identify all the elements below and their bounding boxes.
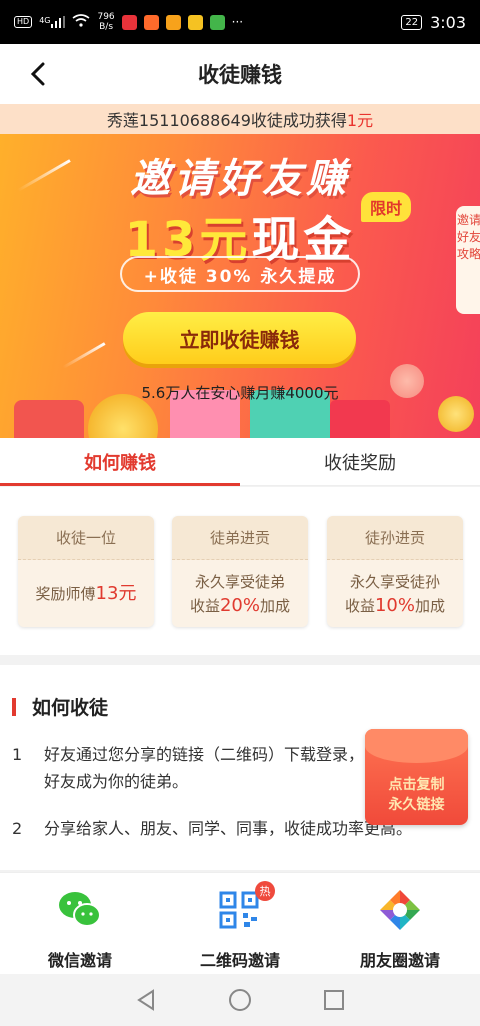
- recents-square-icon[interactable]: [323, 989, 345, 1011]
- share-bar: 微信邀请 热 二维码邀请 朋友圈邀请: [0, 872, 480, 974]
- net-speed: 796 B/s: [97, 12, 114, 32]
- app-notification-icon: [121, 14, 137, 30]
- card-line: 永久享受徒孙: [349, 572, 440, 591]
- status-bar: HD 4G 796 B/s ··· 22 3:03: [0, 0, 480, 44]
- card-text: 收益: [344, 596, 375, 615]
- page: HD 4G 796 B/s ··· 22 3:03 收徒赚钱 秀莲1511068…: [0, 0, 480, 1026]
- network-type: 4G: [39, 16, 51, 25]
- step-text: 分享给家人、朋友、同学、同事，收徒成功率更高。: [44, 819, 413, 838]
- reward-card: 徒弟进贡 永久享受徒弟 收益20%加成: [172, 516, 308, 627]
- copy-link-button[interactable]: 点击复制永久链接: [365, 729, 468, 825]
- back-triangle-icon[interactable]: [135, 989, 157, 1011]
- net-speed-value: 796: [97, 12, 115, 22]
- wechat-icon: [57, 887, 103, 933]
- step-text: 好友通过您分享的链接（二维码）下载登录，好友成为你的徒弟。: [44, 745, 365, 791]
- card-highlight: 13元: [95, 582, 137, 604]
- red-envelope-decoration: [14, 400, 84, 438]
- card-highlight: 20%: [219, 594, 260, 616]
- share-wechat-button[interactable]: 微信邀请: [0, 873, 160, 974]
- page-title: 收徒赚钱: [198, 63, 282, 87]
- top-header: 收徒赚钱: [0, 44, 480, 104]
- section-marker: [12, 697, 16, 716]
- share-qrcode-button[interactable]: 热 二维码邀请: [160, 873, 320, 974]
- more-notifications: ···: [231, 15, 244, 29]
- ticker-text: 秀莲15110688649收徒成功获得: [106, 111, 347, 130]
- card-title: 徒孙进贡: [327, 516, 463, 560]
- reward-card: 徒孙进贡 永久享受徒孙 收益10%加成: [327, 516, 463, 627]
- card-line: 奖励师傅13元: [36, 582, 137, 606]
- app-notification-icon: [187, 14, 203, 30]
- card-title: 徒弟进贡: [172, 516, 308, 560]
- status-left: HD 4G 796 B/s ···: [14, 12, 243, 32]
- home-circle-icon[interactable]: [228, 988, 252, 1012]
- app-notification-icon: [143, 14, 159, 30]
- card-line: 收益20%加成: [190, 594, 290, 618]
- card-line: 收益10%加成: [345, 594, 445, 618]
- wifi-icon: [72, 14, 90, 30]
- hot-badge: 热: [255, 881, 275, 901]
- user-stat: 5.6万人在安心赚月赚4000元: [141, 384, 339, 402]
- card-text: 收益: [189, 596, 220, 615]
- step-number: 2: [12, 819, 23, 838]
- card-title: 收徒一位: [18, 516, 154, 560]
- tab-bar: 如何赚钱 收徒奖励: [0, 438, 480, 486]
- card-body: 奖励师傅13元: [18, 560, 154, 627]
- card-line: 永久享受徒弟: [194, 572, 285, 591]
- share-label: 朋友圈邀请: [359, 951, 440, 970]
- clock: 3:03: [430, 12, 466, 32]
- qrcode-icon: 热: [217, 881, 275, 933]
- share-label: 二维码邀请: [199, 951, 280, 970]
- copy-link-label: 点击复制永久链接: [388, 777, 445, 813]
- moments-icon: [377, 887, 423, 933]
- status-right: 22 3:03: [401, 13, 466, 32]
- recruit-now-button[interactable]: 立即收徒赚钱: [123, 312, 356, 364]
- invite-guide-tab[interactable]: 邀请好友攻略: [456, 206, 480, 314]
- net-speed-unit: B/s: [99, 22, 114, 32]
- red-envelope-decoration: [330, 400, 390, 438]
- card-highlight: 10%: [374, 594, 415, 616]
- card-text: 加成: [260, 596, 291, 615]
- app-notification-icon: [209, 14, 225, 30]
- tab-recruit-rewards[interactable]: 收徒奖励: [240, 438, 480, 485]
- promo-banner: 秀莲15110688649收徒成功获得 1元 邀请好友赚 13元现金 限时 +收徒…: [0, 104, 480, 438]
- step-number: 1: [12, 745, 23, 764]
- ticker-amount: 1元: [346, 111, 374, 130]
- back-button[interactable]: [22, 58, 54, 90]
- card-body: 永久享受徒弟 收益20%加成: [172, 560, 308, 627]
- card-text: 奖励师傅: [35, 584, 96, 603]
- reward-card: 收徒一位 奖励师傅13元: [18, 516, 154, 627]
- app-notification-icon: [165, 14, 181, 30]
- system-nav-bar: [0, 974, 480, 1026]
- tab-how-to-earn[interactable]: 如何赚钱: [0, 438, 240, 486]
- share-moments-button[interactable]: 朋友圈邀请: [320, 873, 480, 974]
- share-label: 微信邀请: [47, 951, 112, 970]
- signal-icon: 4G: [39, 16, 66, 28]
- card-text: 加成: [415, 596, 446, 615]
- battery-icon: 22: [401, 14, 423, 30]
- commission-pill: +收徒 30% 永久提成: [120, 256, 360, 292]
- hd-indicator: HD: [14, 16, 33, 28]
- reward-cards: 收徒一位 奖励师傅13元 徒弟进贡 永久享受徒弟 收益20%加成 徒孙进贡 永久…: [0, 487, 480, 655]
- section-title: 如何收徒: [12, 693, 108, 720]
- card-body: 永久享受徒孙 收益10%加成: [327, 560, 463, 627]
- light-streak: [62, 342, 106, 369]
- earnings-ticker: 秀莲15110688649收徒成功获得 1元: [0, 104, 480, 134]
- chevron-left-icon: [30, 62, 45, 86]
- limited-time-badge: 限时: [361, 192, 412, 222]
- section-title-text: 如何收徒: [32, 697, 109, 719]
